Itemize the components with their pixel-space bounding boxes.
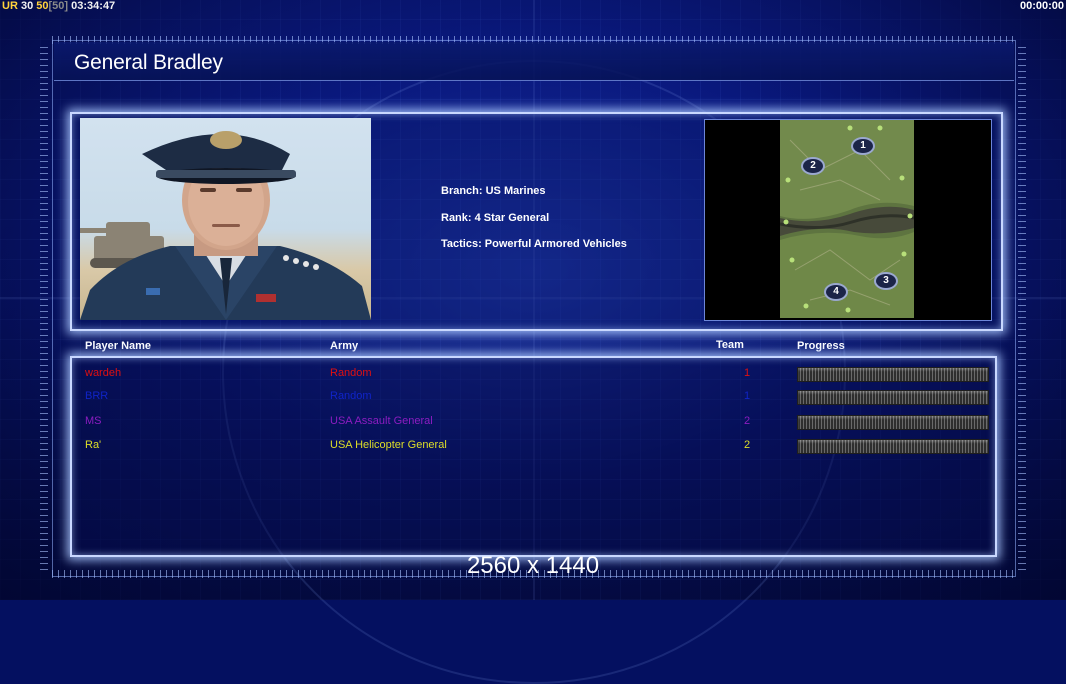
player-progress-bar [797, 415, 989, 430]
frame-ruler-right [1018, 44, 1026, 570]
header-team: Team [716, 339, 744, 351]
player-team: 2 [744, 439, 751, 451]
header-player-name: Player Name [85, 340, 152, 352]
hud-ur-value: 30 [20, 0, 34, 12]
header-army: Army [330, 340, 359, 352]
player-army: USA Helicopter General [330, 439, 447, 451]
general-name-title: General Bradley [74, 51, 223, 74]
general-tactics: Tactics: Powerful Armored Vehicles [441, 238, 627, 250]
player-army: Random [330, 367, 372, 379]
hud-timer: 00:00:00 [1019, 0, 1064, 12]
start-marker-1-label: 1 [860, 140, 866, 151]
start-marker-4-label: 4 [833, 286, 839, 297]
frame-ruler-left [40, 44, 48, 570]
player-army: USA Assault General [330, 415, 433, 427]
player-row: wardeh Random 1 [0, 367, 1066, 387]
general-stats: Branch: US Marines Rank: 4 Star General … [441, 185, 627, 265]
start-marker-4: 4 [824, 283, 848, 301]
start-marker-2: 2 [801, 157, 825, 175]
player-team: 2 [744, 415, 751, 427]
general-rank: Rank: 4 Star General [441, 211, 550, 224]
general-branch: Branch: US Marines [441, 185, 546, 197]
start-marker-3-label: 3 [883, 275, 889, 286]
hud-ur-label: UR [2, 0, 18, 12]
player-name: wardeh [85, 367, 122, 379]
player-row: Ra' USA Helicopter General 2 [0, 439, 1066, 459]
hud-clock: 03:34:47 [71, 0, 116, 12]
player-row: MS USA Assault General 2 [0, 415, 1066, 435]
player-name: BRR [85, 390, 109, 402]
player-name: Ra' [85, 439, 102, 451]
hud-stats: UR 30 50[50] 03:34:47 [2, 0, 115, 12]
player-army: Random [330, 390, 372, 402]
player-team: 1 [744, 367, 751, 379]
start-marker-2-label: 2 [810, 160, 816, 171]
start-marker-1: 1 [851, 137, 875, 155]
player-row: BRR Random 1 [0, 390, 1066, 410]
header-progress: Progress [797, 340, 845, 352]
title-bar: General Bradley [54, 42, 1014, 81]
player-name: MS [85, 415, 102, 427]
player-team: 1 [744, 390, 751, 402]
hud-fps-cap: [50] [48, 0, 69, 12]
player-progress-bar [797, 390, 989, 405]
player-progress-bar [797, 439, 989, 454]
hud-fps: 50 [36, 0, 49, 12]
general-portrait [80, 118, 371, 320]
start-marker-3: 3 [874, 272, 898, 290]
player-progress-bar [797, 367, 989, 382]
resolution-watermark: 2560 x 1440 [466, 552, 600, 579]
